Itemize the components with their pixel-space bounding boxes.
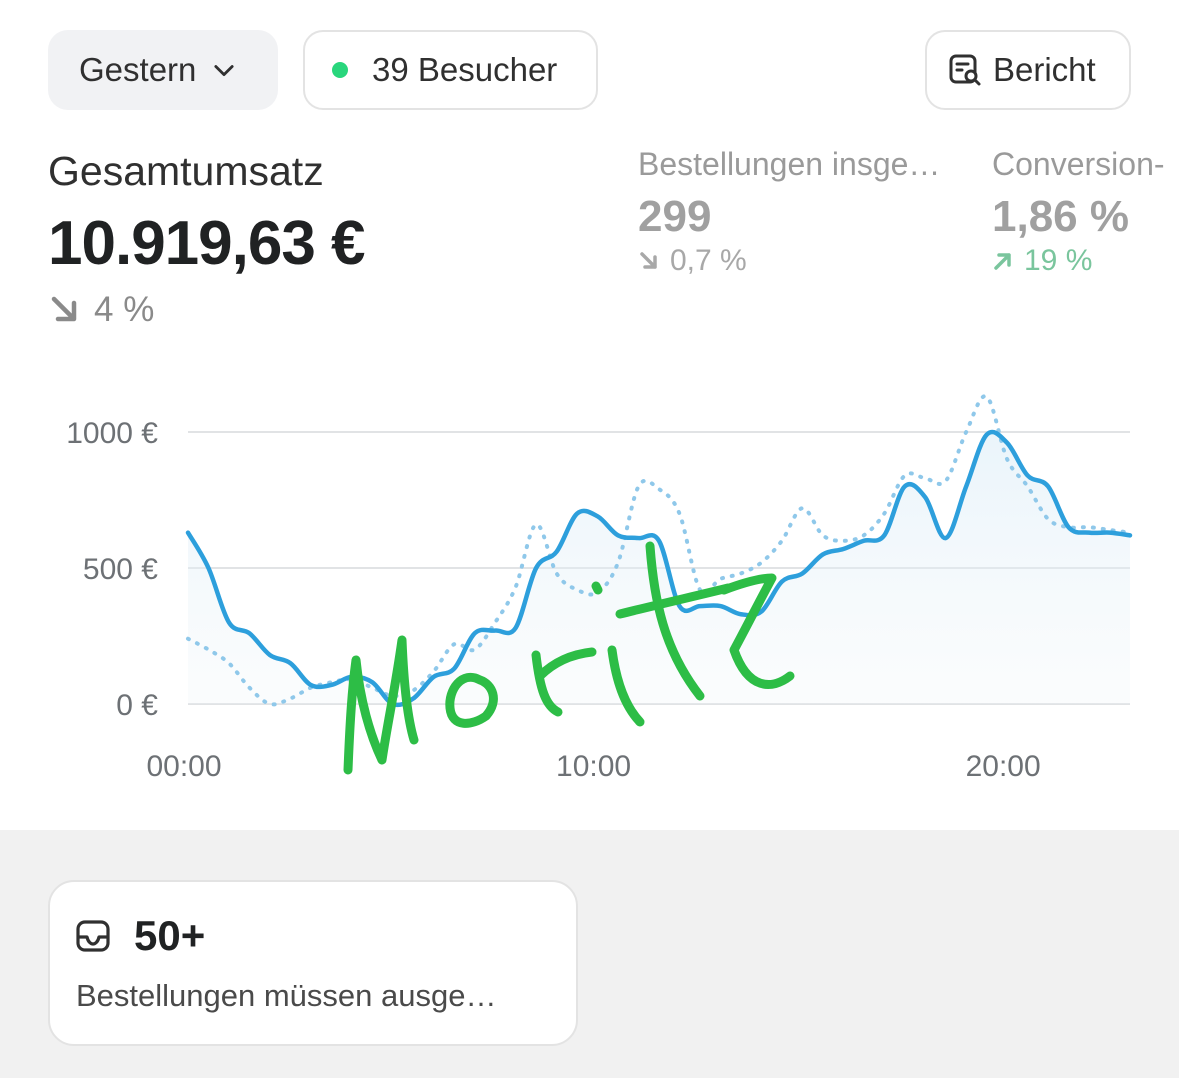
arrow-up-right-icon xyxy=(994,253,1011,270)
y-tick-label: 1000 € xyxy=(66,417,158,450)
y-tick-label: 500 € xyxy=(83,553,158,586)
date-range-selector[interactable]: Gestern xyxy=(48,30,278,110)
report-label: Bericht xyxy=(993,51,1096,88)
pending-orders-header: 50+ xyxy=(74,912,205,960)
pending-orders-text: Bestellungen müssen ausge… xyxy=(76,978,497,1013)
total-sales-delta: 4 % xyxy=(48,290,154,330)
total-sales-label: Gesamtumsatz xyxy=(48,148,324,194)
arrow-down-right-icon xyxy=(51,296,77,322)
conversion-delta: 19 % xyxy=(992,244,1092,278)
orders-delta-value: 0,7 % xyxy=(670,244,747,277)
pending-orders-count: 50+ xyxy=(134,912,206,959)
conversion-label: Conversion- xyxy=(992,146,1165,182)
total-sales-delta-value: 4 % xyxy=(94,290,155,329)
live-visitors-button[interactable]: 39 Besucher xyxy=(303,30,598,110)
report-button[interactable]: Bericht xyxy=(925,30,1131,110)
pending-orders-card[interactable]: 50+ Bestellungen müssen ausge… xyxy=(48,880,578,1046)
report-search-icon xyxy=(949,54,981,86)
y-tick-label: 0 € xyxy=(116,689,158,722)
live-status-dot xyxy=(332,62,348,78)
inbox-icon xyxy=(76,920,110,952)
conversion-delta-value: 19 % xyxy=(1024,244,1093,277)
date-range-label: Gestern xyxy=(79,51,197,88)
analytics-panel: Gestern 39 Besucher Bericht Gesamtumsatz… xyxy=(0,0,1179,830)
conversion-value: 1,86 % xyxy=(992,192,1129,241)
x-tick-label: 00:00 xyxy=(146,750,221,783)
sales-line-chart: 1000 € 500 € 0 € 00:00 10:00 20:00 xyxy=(66,394,1133,783)
total-sales-value: 10.919,63 € xyxy=(48,209,366,278)
x-tick-label: 10:00 xyxy=(556,750,631,783)
orders-label: Bestellungen insge… xyxy=(638,146,941,182)
chevron-down-icon xyxy=(214,65,234,77)
live-visitors-label: 39 Besucher xyxy=(372,51,558,88)
orders-delta: 0,7 % xyxy=(638,244,747,278)
orders-value: 299 xyxy=(638,192,712,241)
x-tick-label: 20:00 xyxy=(966,750,1041,783)
arrow-down-right-icon xyxy=(640,252,657,269)
